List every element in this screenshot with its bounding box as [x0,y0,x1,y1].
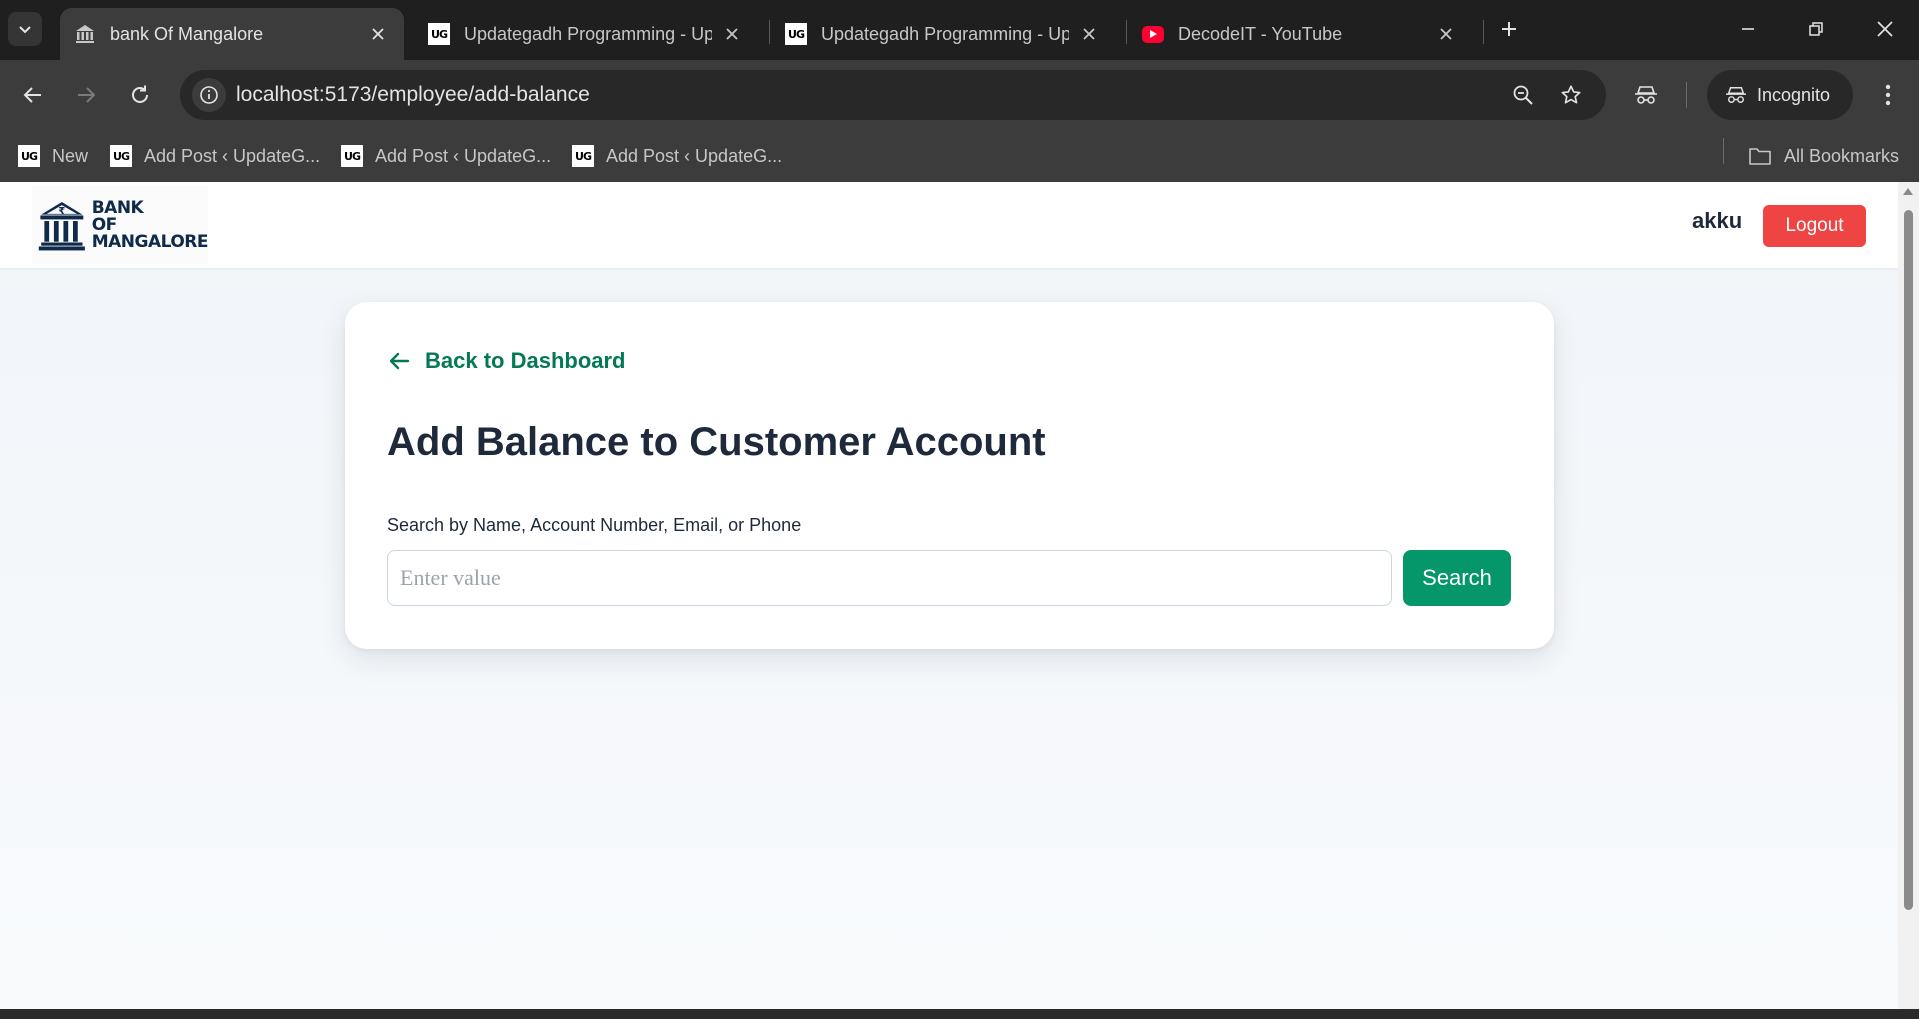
url-text: localhost:5173/employee/add-balance [236,83,590,106]
page-title: Add Balance to Customer Account [387,420,1046,464]
close-tab-icon[interactable] [1434,22,1458,46]
bookmark-star-icon[interactable] [1556,80,1586,110]
reload-button[interactable] [121,76,159,114]
bookmark-label: Add Post ‹ UpdateG... [606,145,783,166]
toolbar-divider [1686,82,1687,108]
scrollbar-thumb[interactable] [1904,210,1913,910]
logo-line: BANK [91,197,144,218]
all-bookmarks-button[interactable]: All Bookmarks [1748,138,1899,174]
back-to-dashboard-link[interactable]: Back to Dashboard [387,348,626,374]
search-input[interactable] [387,550,1392,606]
back-link-label: Back to Dashboard [425,348,626,373]
browser-menu-button[interactable] [1869,76,1907,114]
bookmarks-bar: UG New UG Add Post ‹ UpdateG... UG Add P… [0,130,1919,182]
tab-separator [769,20,770,44]
bookmark-item[interactable]: UG New [18,138,88,174]
restore-button[interactable] [1786,6,1846,52]
incognito-extension-button[interactable] [1627,76,1665,114]
folder-icon [1749,148,1771,165]
tab-separator [1126,20,1127,44]
ug-favicon-icon: UG [110,145,132,167]
zoom-icon[interactable] [1508,80,1538,110]
tab-decodeit-youtube[interactable]: DecodeIT - YouTube [1128,8,1472,60]
bank-logo[interactable]: ₹ BANK OF MANGALORE [32,186,209,264]
close-tab-icon[interactable] [366,22,390,46]
bank-building-icon: ₹ [38,201,85,251]
close-icon [1877,21,1893,37]
ug-favicon-icon: UG [428,23,450,45]
more-vertical-icon [1885,84,1891,106]
new-tab-button[interactable] [1480,6,1538,52]
incognito-label: Incognito [1757,84,1831,105]
arrow-left-icon [23,87,41,103]
close-tab-icon[interactable] [1077,22,1101,46]
bookmark-label: Add Post ‹ UpdateG... [375,145,552,166]
reload-icon [132,85,148,103]
browser-toolbar: localhost:5173/employee/add-balance Inco… [0,60,1919,130]
tab-title: DecodeIT - YouTube [1178,23,1343,44]
bookmark-label: New [52,145,89,166]
tab-title: bank Of Mangalore [110,23,264,44]
plus-icon [1502,22,1516,36]
page-scrollbar[interactable] [1898,182,1919,1009]
site-info-icon[interactable] [192,78,226,112]
tab-title: Updategadh Programming - Up [464,23,712,44]
tab-strip: bank Of Mangalore UG Updategadh Programm… [0,0,1919,60]
tab-updategadh-2[interactable]: UG Updategadh Programming - Up [771,8,1115,60]
tab-updategadh-1[interactable]: UG Updategadh Programming - Up [414,8,758,60]
page-viewport: ₹ BANK OF MANGALORE akku Logout Back to … [0,182,1898,1009]
ug-favicon-icon: UG [572,145,594,167]
ug-favicon-icon: UG [341,145,363,167]
tab-search-button[interactable] [8,12,42,46]
logout-button[interactable]: Logout [1763,205,1866,247]
incognito-indicator[interactable]: Incognito [1707,70,1853,120]
logo-line: OF [91,214,118,235]
username: akku [1692,208,1743,233]
all-bookmarks-label: All Bookmarks [1784,145,1900,166]
bookmark-item[interactable]: UG Add Post ‹ UpdateG... [572,138,782,174]
ug-favicon-icon: UG [18,145,40,167]
ug-favicon-icon: UG [785,23,807,45]
logo-wordmark: BANK OF MANGALORE [91,197,209,252]
bank-favicon-icon [74,23,96,45]
window-bottom-edge [0,1009,1919,1019]
close-tab-icon[interactable] [720,22,744,46]
minimize-button[interactable] [1718,6,1778,52]
arrow-right-icon [78,87,96,103]
search-label: Search by Name, Account Number, Email, o… [387,515,802,535]
add-balance-card: Back to Dashboard Add Balance to Custome… [345,302,1554,649]
restore-icon [1809,22,1823,36]
tab-bank-of-mangalore[interactable]: bank Of Mangalore [60,8,404,60]
svg-text:₹: ₹ [59,206,66,217]
forward-button[interactable] [67,76,105,114]
incognito-icon [1726,87,1746,103]
scroll-up-arrow-icon[interactable] [1903,188,1913,195]
bookmark-item[interactable]: UG Add Post ‹ UpdateG... [341,138,551,174]
address-bar[interactable]: localhost:5173/employee/add-balance [180,70,1606,120]
bookmark-item[interactable]: UG Add Post ‹ UpdateG... [110,138,320,174]
site-header: ₹ BANK OF MANGALORE akku Logout [0,182,1898,268]
logo-line: MANGALORE [91,231,209,252]
back-button[interactable] [14,76,52,114]
bookmarks-divider [1723,138,1724,164]
incognito-icon [1635,86,1657,104]
chevron-down-icon [19,26,31,34]
bookmark-label: Add Post ‹ UpdateG... [144,145,321,166]
close-window-button[interactable] [1855,6,1915,52]
youtube-favicon-icon [1142,23,1164,45]
arrow-left-icon [387,348,413,374]
tab-title: Updategadh Programming - Up [821,23,1069,44]
search-button[interactable]: Search [1403,550,1511,606]
minimize-icon [1742,28,1754,30]
